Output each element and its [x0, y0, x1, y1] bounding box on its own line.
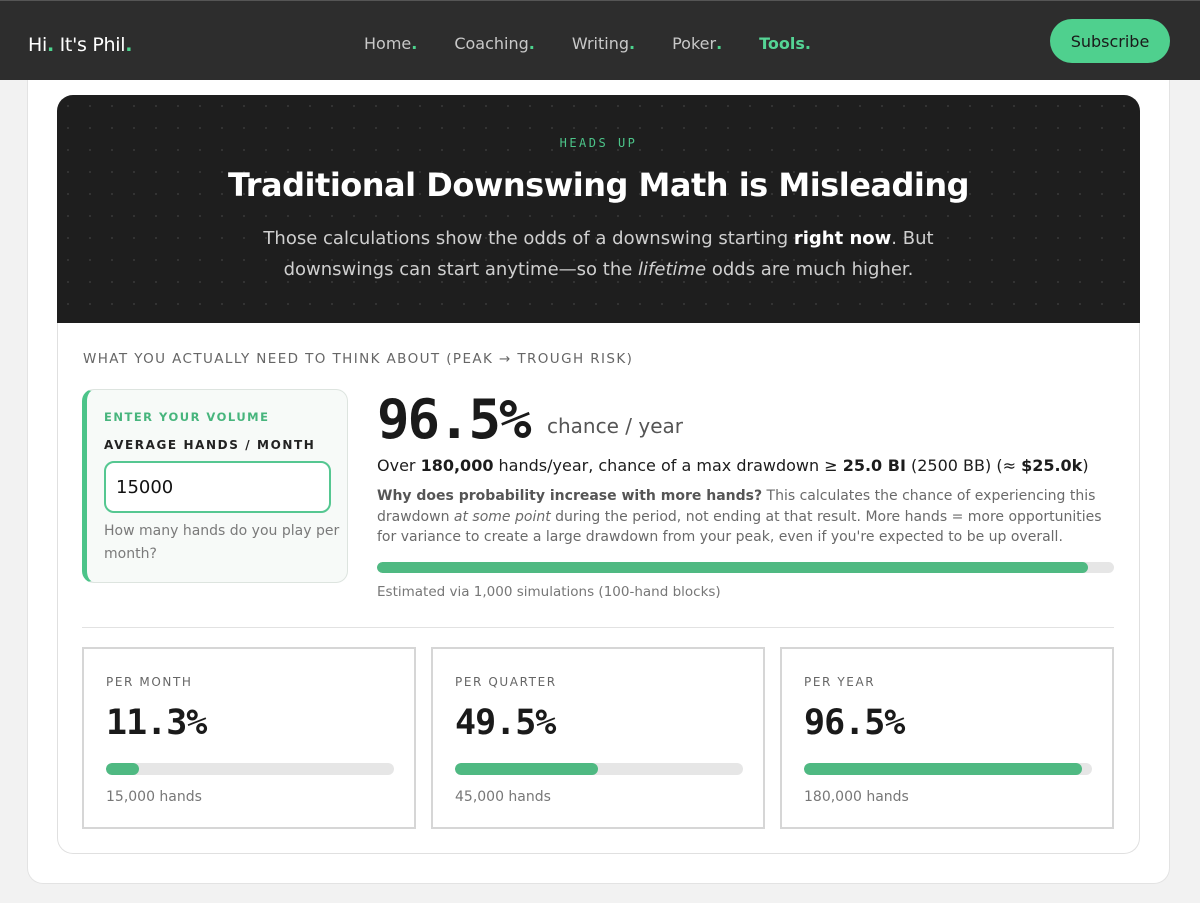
risk-summary: Over 180,000 hands/year, chance of a max… [377, 456, 1089, 475]
yearly-risk-suffix: chance / year [547, 414, 683, 438]
stat-card-quarter: PER QUARTER 49.5% 45,000 hands [431, 647, 765, 829]
stat-bar-fill [455, 763, 598, 775]
nav-item-coaching[interactable]: Coaching. [454, 34, 535, 53]
banner-title: Traditional Downswing Math is Misleading [227, 166, 970, 204]
top-nav-bar: Hi. It's Phil. Home. Coaching. Writing. … [0, 0, 1200, 80]
hands-per-month-input[interactable] [104, 461, 331, 513]
stat-bar-fill [106, 763, 139, 775]
heads-up-banner: HEADS UP Traditional Downswing Math is M… [57, 95, 1140, 323]
stat-hands: 45,000 hands [455, 789, 551, 805]
nav-item-writing[interactable]: Writing. [572, 34, 635, 53]
nav-item-poker[interactable]: Poker. [672, 34, 722, 53]
stat-bar [804, 763, 1092, 775]
stat-label: PER MONTH [106, 675, 193, 689]
stat-card-year: PER YEAR 96.5% 180,000 hands [780, 647, 1114, 829]
simulation-caption: Estimated via 1,000 simulations (100-han… [377, 584, 721, 600]
volume-eyebrow: ENTER YOUR VOLUME [104, 410, 270, 424]
stat-hands: 15,000 hands [106, 789, 202, 805]
stat-label: PER QUARTER [455, 675, 557, 689]
yearly-risk-bar-fill [377, 562, 1089, 573]
hands-per-month-label: AVERAGE HANDS / MONTH [104, 438, 316, 452]
divider [82, 627, 1114, 628]
brand-dot: . [125, 34, 133, 56]
yearly-risk-percent: 96.5% [377, 388, 532, 451]
section-title: WHAT YOU ACTUALLY NEED TO THINK ABOUT (P… [83, 351, 634, 367]
stat-hands: 180,000 hands [804, 789, 909, 805]
brand-logo[interactable]: Hi. It's Phil. [28, 34, 132, 56]
risk-explanation: Why does probability increase with more … [377, 488, 1102, 545]
nav-item-home[interactable]: Home. [364, 34, 417, 53]
stat-label: PER YEAR [804, 675, 876, 689]
stat-bar-fill [804, 763, 1082, 775]
yearly-risk-bar [377, 562, 1114, 573]
brand-hi: Hi [28, 34, 47, 56]
stat-card-month: PER MONTH 11.3% 15,000 hands [82, 647, 416, 829]
subscribe-button[interactable]: Subscribe [1050, 19, 1170, 63]
stat-value: 96.5% [804, 703, 905, 743]
banner-eyebrow: HEADS UP [559, 136, 638, 150]
banner-text: Those calculations show the odds of a do… [263, 228, 934, 280]
stat-value: 49.5% [455, 703, 556, 743]
stat-bar [106, 763, 394, 775]
main-nav: Home. Coaching. Writing. Poker. Tools. [364, 34, 848, 53]
brand-dot: . [46, 34, 54, 56]
brand-name: It's Phil [53, 34, 126, 56]
volume-input-box: ENTER YOUR VOLUME AVERAGE HANDS / MONTH … [82, 389, 348, 583]
stat-bar [455, 763, 743, 775]
nav-item-tools[interactable]: Tools. [759, 34, 811, 53]
volume-help-text: How many hands do you play per month? [104, 523, 340, 562]
stat-value: 11.3% [106, 703, 207, 743]
